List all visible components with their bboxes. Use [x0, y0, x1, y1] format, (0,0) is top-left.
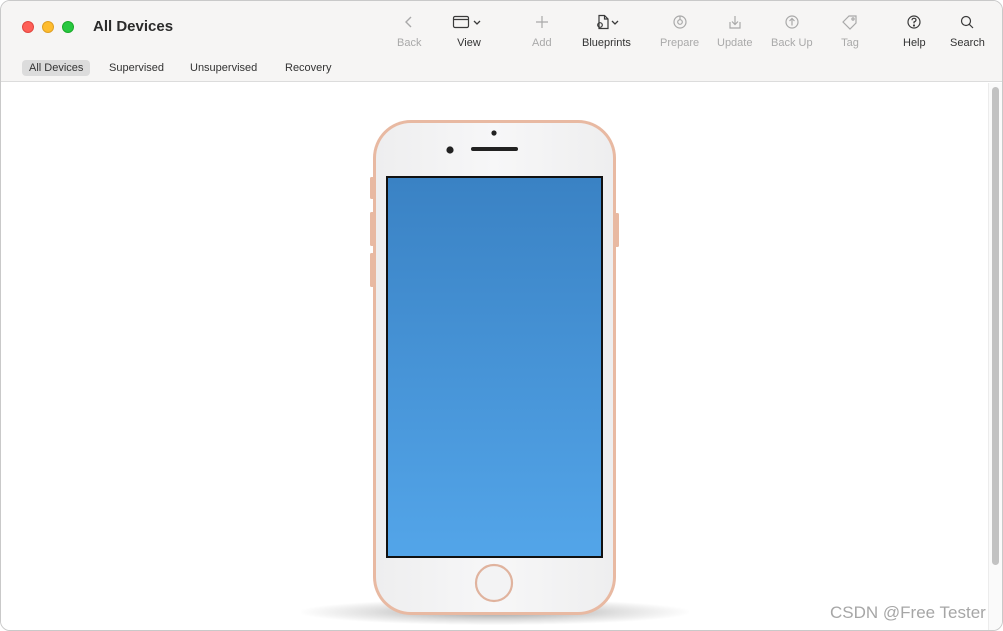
help-label: Help — [903, 37, 926, 49]
help-button[interactable]: Help — [903, 11, 926, 49]
add-button[interactable]: Add — [532, 11, 552, 49]
watermark-text: CSDN @Free Tester — [830, 603, 986, 622]
back-label: Back — [397, 37, 422, 49]
plus-icon — [535, 11, 549, 33]
proximity-sensor — [491, 130, 497, 136]
back-up-label: Back Up — [771, 37, 813, 49]
scope-all-devices[interactable]: All Devices — [22, 60, 91, 76]
chevron-left-icon — [402, 11, 416, 33]
tag-button[interactable]: Tag — [841, 11, 859, 49]
search-label: Search — [950, 37, 985, 49]
download-tray-icon — [727, 11, 743, 33]
add-label: Add — [532, 37, 552, 49]
update-button[interactable]: Update — [717, 11, 752, 49]
view-button[interactable]: View — [452, 11, 486, 49]
prepare-gear-icon — [672, 11, 688, 33]
blueprints-label: Blueprints — [582, 37, 631, 49]
zoom-window-button[interactable] — [62, 21, 74, 33]
iphone-device[interactable] — [367, 117, 623, 621]
phone-screen — [386, 176, 603, 558]
back-up-button[interactable]: Back Up — [771, 11, 813, 49]
blueprints-button[interactable]: Blueprints — [582, 11, 631, 49]
scope-recovery[interactable]: Recovery — [278, 60, 338, 76]
window-view-icon — [452, 11, 486, 33]
search-icon — [959, 11, 975, 33]
back-button[interactable]: Back — [397, 11, 421, 49]
home-button — [474, 563, 514, 603]
search-button[interactable]: Search — [950, 11, 985, 49]
close-window-button[interactable] — [22, 21, 34, 33]
scope-unsupervised[interactable]: Unsupervised — [183, 60, 264, 76]
prepare-label: Prepare — [660, 37, 700, 49]
app-window: All Devices Back View Add Blueprints Pre… — [0, 0, 1003, 631]
scrollbar-thumb[interactable] — [992, 87, 999, 565]
update-label: Update — [717, 37, 753, 49]
arrow-up-circle-icon — [784, 11, 800, 33]
scope-supervised[interactable]: Supervised — [102, 60, 171, 76]
tag-label: Tag — [841, 37, 859, 49]
front-camera-icon — [446, 146, 454, 154]
question-circle-icon — [906, 11, 922, 33]
minimize-window-button[interactable] — [42, 21, 54, 33]
blueprint-document-icon — [589, 11, 623, 33]
scope-bar: All Devices Supervised Unsupervised Reco… — [1, 56, 1002, 82]
window-title: All Devices — [93, 18, 174, 35]
prepare-button[interactable]: Prepare — [660, 11, 699, 49]
earpiece-speaker — [471, 147, 518, 151]
tag-icon — [841, 11, 859, 33]
title-toolbar: All Devices Back View Add Blueprints Pre… — [1, 1, 1002, 56]
view-label: View — [457, 37, 481, 49]
